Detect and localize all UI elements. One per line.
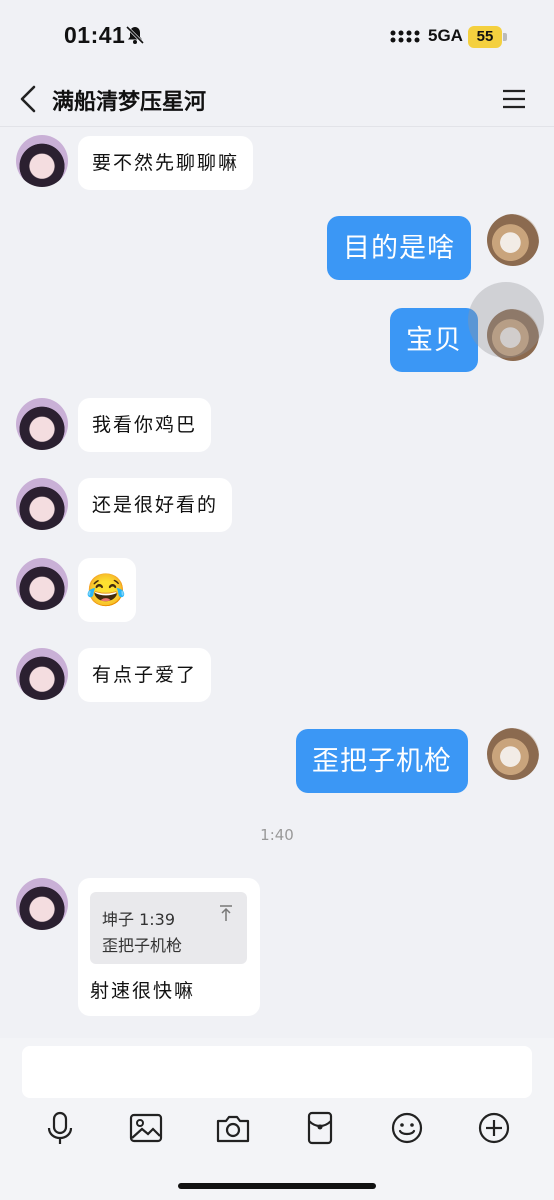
camera-icon[interactable] bbox=[213, 1108, 253, 1148]
quoted-message[interactable]: 坤子 1:39 歪把子机枪 bbox=[90, 892, 247, 964]
plus-icon[interactable] bbox=[474, 1108, 514, 1148]
image-icon[interactable] bbox=[126, 1108, 166, 1148]
my-avatar[interactable] bbox=[487, 728, 539, 780]
contact-avatar[interactable] bbox=[16, 398, 68, 450]
home-indicator bbox=[178, 1183, 376, 1189]
message-bubble-outgoing[interactable]: 歪把子机枪 bbox=[296, 729, 468, 793]
my-avatar[interactable] bbox=[487, 214, 539, 266]
message-bubble-incoming[interactable]: 😂 bbox=[78, 558, 136, 622]
muted-bell-icon bbox=[125, 25, 145, 45]
message-input[interactable] bbox=[22, 1046, 532, 1098]
contact-avatar[interactable] bbox=[16, 478, 68, 530]
chat-title: 满船清梦压星河 bbox=[52, 90, 207, 115]
reply-text: 射速很快嘛 bbox=[90, 980, 196, 1002]
message-bubble-incoming[interactable]: 有点子爱了 bbox=[78, 648, 212, 702]
message-bubble-outgoing[interactable]: 目的是啥 bbox=[327, 216, 471, 280]
message-bubble-incoming[interactable]: 我看你鸡巴 bbox=[78, 398, 212, 452]
mic-icon[interactable] bbox=[40, 1108, 80, 1148]
jump-to-top-icon[interactable] bbox=[218, 904, 234, 922]
battery-level: 55 bbox=[468, 26, 502, 48]
message-bubble-quoted-reply[interactable]: 坤子 1:39 歪把子机枪 射速很快嘛 bbox=[78, 878, 260, 1016]
tears-of-joy-emoji: 😂 bbox=[86, 571, 128, 609]
back-arrow-icon[interactable] bbox=[16, 82, 42, 116]
message-bubble-incoming[interactable]: 要不然先聊聊嘛 bbox=[78, 136, 254, 190]
status-time: 01:41 bbox=[64, 22, 126, 48]
input-bar bbox=[0, 1038, 554, 1200]
message-bubble-outgoing[interactable]: 宝贝 bbox=[390, 308, 478, 372]
message-timestamp: 1:40 bbox=[260, 826, 294, 844]
signal-icon bbox=[390, 30, 420, 43]
floating-assistive-button[interactable] bbox=[468, 282, 544, 358]
emoji-icon[interactable] bbox=[387, 1108, 427, 1148]
quoted-sender-time: 坤子 1:39 bbox=[102, 910, 176, 929]
battery-tip bbox=[503, 33, 507, 41]
message-bubble-incoming[interactable]: 还是很好看的 bbox=[78, 478, 233, 532]
red-packet-icon[interactable] bbox=[300, 1108, 340, 1148]
menu-icon[interactable] bbox=[500, 86, 528, 112]
chat-header: 满船清梦压星河 bbox=[0, 74, 554, 127]
contact-avatar[interactable] bbox=[16, 135, 68, 187]
status-bar: 01:41 5GA 55 bbox=[0, 0, 554, 74]
network-type: 5GA bbox=[428, 26, 463, 45]
contact-avatar[interactable] bbox=[16, 878, 68, 930]
contact-avatar[interactable] bbox=[16, 558, 68, 610]
contact-avatar[interactable] bbox=[16, 648, 68, 700]
quoted-text: 歪把子机枪 bbox=[102, 936, 183, 955]
